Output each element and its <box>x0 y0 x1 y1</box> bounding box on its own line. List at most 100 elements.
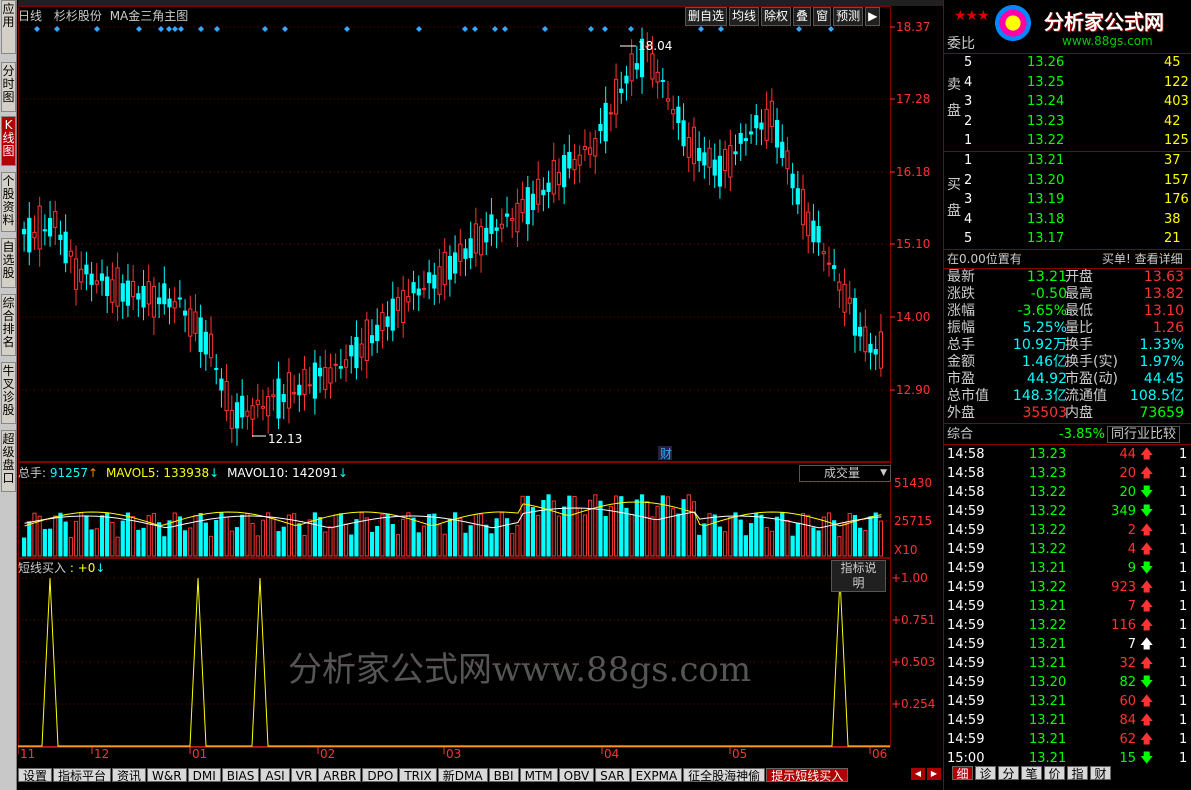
quote-tab[interactable]: 价 <box>1044 766 1065 781</box>
left-nav-item[interactable]: K线图 <box>1 116 16 166</box>
quote-tab[interactable]: 财 <box>1090 766 1111 781</box>
volume-bar <box>676 513 681 557</box>
view-detail-link[interactable]: 买单! 查看详细 <box>1102 251 1183 268</box>
indicator-tab[interactable]: BBI <box>488 768 519 783</box>
indicator-tab[interactable]: ARBR <box>318 768 362 783</box>
indicator-help-button[interactable]: 指标说明 <box>831 560 886 592</box>
indicator-tab[interactable]: 设置 <box>18 768 53 783</box>
quote-tab[interactable]: 指 <box>1067 766 1088 781</box>
bid-row[interactable]: 5 13.17 21 <box>964 230 1191 248</box>
left-nav-item[interactable]: 分时图 <box>1 62 16 112</box>
indicator-tab[interactable]: 征全股海神偷 <box>683 768 766 783</box>
tick-time: 14:59 <box>947 694 985 709</box>
quote-tab[interactable]: 诊 <box>975 766 996 781</box>
left-nav-item[interactable]: 应用 <box>1 0 16 54</box>
level: 1 <box>964 133 973 148</box>
sell-side-label: 卖盘 <box>947 77 961 119</box>
industry-compare-button[interactable]: 同行业比较 <box>1107 426 1181 443</box>
main-indicator-name[interactable]: MA金三角主图 <box>110 9 189 23</box>
toolbar-button[interactable]: 窗 <box>813 7 832 26</box>
candle-body <box>800 189 806 226</box>
volume-bar <box>764 526 769 557</box>
toolbar-button[interactable]: 叠 <box>793 7 812 26</box>
mavol5-value: 133938 <box>163 466 210 480</box>
candle-body <box>655 71 660 83</box>
indicator-tab[interactable]: 提示短线买入 <box>766 768 849 783</box>
tick-extra: 1 <box>1179 732 1188 747</box>
candle-body <box>136 293 141 300</box>
indicator-tab[interactable]: ASI <box>260 768 290 783</box>
indicator-tab[interactable]: OBV <box>558 768 595 783</box>
indicator-tab[interactable]: 新DMA <box>437 768 488 783</box>
bid-row[interactable]: 1 13.21 37 <box>964 152 1191 170</box>
y-tick-label: 14.00 <box>896 310 930 324</box>
volume: 125 <box>1164 133 1189 148</box>
volume-bar <box>250 522 255 557</box>
left-nav: 应用分时图 K线图个股资料自选股综合排名牛叉诊股超级盘口 <box>0 0 17 790</box>
volume-bar <box>686 494 691 557</box>
indicator-tab[interactable]: DMI <box>187 768 221 783</box>
candle-body <box>32 231 37 239</box>
indicator-tab[interactable]: EXPMA <box>630 768 683 783</box>
candle-body <box>37 205 42 250</box>
tick-volume: 44 <box>1119 447 1136 462</box>
toolbar-button[interactable]: 预测 <box>833 7 864 26</box>
indicator-tab[interactable]: 指标平台 <box>53 768 112 783</box>
left-nav-item[interactable]: 综合排名 <box>1 294 16 356</box>
left-nav-item[interactable]: 超级盘口 <box>1 430 16 492</box>
candle-body <box>525 187 530 225</box>
indicator-tab[interactable]: TRIX <box>399 768 437 783</box>
ask-row[interactable]: 5 13.26 45 <box>964 54 1191 72</box>
indicator-tab[interactable]: VR <box>290 768 318 783</box>
quote-tab[interactable]: 细 <box>952 766 973 781</box>
info-label: 振幅 <box>947 320 975 336</box>
toolbar-button[interactable]: ▶ <box>865 7 881 26</box>
left-nav-item[interactable]: 个股资料 <box>1 172 16 232</box>
bid-row[interactable]: 4 13.18 38 <box>964 211 1191 229</box>
candle-body <box>380 312 385 332</box>
quote-tab[interactable]: 笔 <box>1021 766 1042 781</box>
indicator-tab[interactable]: W&R <box>147 768 187 783</box>
level: 2 <box>964 172 973 188</box>
info-value: 10.92万 <box>1012 337 1067 353</box>
candle-body <box>323 367 328 390</box>
volume-dropdown[interactable]: 成交量 ▼ <box>799 465 891 482</box>
bid-row[interactable]: 3 13.19 176 <box>964 191 1191 209</box>
volume: 21 <box>1164 231 1181 246</box>
quote-info-row: 振幅 5.25% 量比 1.26 <box>947 320 1191 337</box>
volume-bar <box>826 512 832 557</box>
quote-tab[interactable]: 分 <box>998 766 1019 781</box>
toolbar-button[interactable]: 除权 <box>761 7 792 26</box>
chart-area[interactable]: 18.37 17.28 16.18 15.10 14.00 12.90 51430 25715… <box>18 6 943 768</box>
candle-body <box>141 285 146 308</box>
tick-extra: 1 <box>1179 523 1188 538</box>
toolbar-button[interactable]: 删自选 <box>685 7 728 26</box>
tab-scroll-right-button[interactable]: ▶ <box>927 768 941 780</box>
indicator-tab[interactable]: BIAS <box>221 768 260 783</box>
stock-name: 杉杉股份 <box>53 9 102 23</box>
volume-bar <box>120 520 125 557</box>
period-label[interactable]: 日线 <box>18 9 42 23</box>
toolbar-button[interactable]: 均线 <box>729 7 760 26</box>
tick-price: 13.21 <box>1029 694 1067 709</box>
info-label: 开盘 <box>1065 269 1093 285</box>
left-nav-item[interactable]: 牛叉诊股 <box>1 362 16 424</box>
tab-scroll-left-button[interactable]: ◀ <box>911 768 925 780</box>
ask-row[interactable]: 1 13.22 125 <box>964 132 1191 150</box>
left-nav-item[interactable]: 自选股 <box>1 238 16 288</box>
candle-body <box>697 147 702 161</box>
ask-row[interactable]: 4 13.25 122 <box>964 74 1191 92</box>
indicator-tab[interactable]: MTM <box>519 768 558 783</box>
bid-row[interactable]: 2 13.20 157 <box>964 172 1191 190</box>
indicator-tab[interactable]: DPO <box>362 768 399 783</box>
ask-row[interactable]: 3 13.24 403 <box>964 93 1191 111</box>
indicator-tab[interactable]: SAR <box>595 768 630 783</box>
indicator-tab[interactable]: 资讯 <box>112 768 147 783</box>
tick-time: 14:59 <box>947 675 985 690</box>
volume-unit-label: X10 <box>894 543 918 557</box>
info-label: 市盈 <box>947 371 975 387</box>
candle-body <box>198 317 203 352</box>
arrow-down-icon: 🡇 <box>1140 561 1154 576</box>
ask-row[interactable]: 2 13.23 42 <box>964 113 1191 131</box>
candle-body <box>806 211 811 237</box>
